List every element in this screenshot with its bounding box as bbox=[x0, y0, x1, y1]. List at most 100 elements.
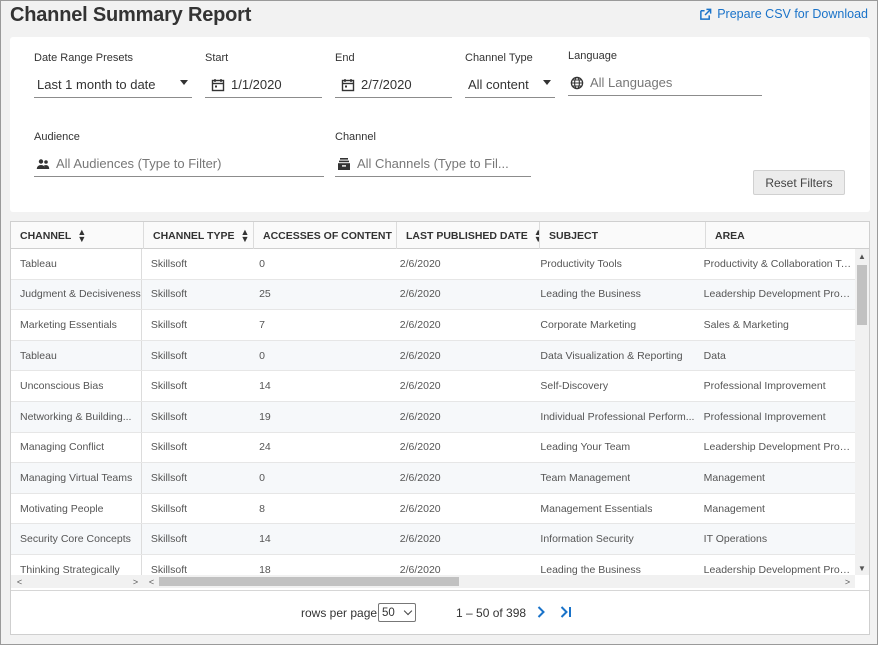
caret-down-icon bbox=[180, 80, 188, 85]
horizontal-scroll-thumb[interactable] bbox=[159, 577, 459, 586]
start-date-value: 1/1/2020 bbox=[231, 77, 282, 92]
table-cell: 14 bbox=[250, 524, 391, 554]
rows-per-page-select[interactable]: 50 bbox=[378, 603, 416, 622]
cell-text: Skillsoft bbox=[150, 471, 188, 484]
table-cell: Skillsoft bbox=[142, 433, 250, 463]
table-cell: Management bbox=[695, 494, 855, 524]
start-date-field[interactable]: 1/1/2020 bbox=[205, 72, 322, 98]
end-label: End bbox=[335, 52, 355, 64]
channel-type-value: All content bbox=[468, 77, 529, 92]
header-channel-type[interactable]: CHANNEL TYPE ▲ ▼ bbox=[144, 222, 254, 249]
table-cell: Leadership Development Progr... bbox=[695, 433, 855, 463]
scroll-right-icon[interactable]: > bbox=[841, 575, 854, 588]
cell-text: 2/6/2020 bbox=[399, 410, 441, 423]
chevron-right-icon bbox=[537, 606, 545, 618]
cell-text: 2/6/2020 bbox=[399, 349, 441, 362]
table-cell: Self-Discovery bbox=[531, 371, 694, 401]
table-cell: Data bbox=[695, 341, 855, 371]
rows-per-page-value: 50 bbox=[382, 606, 395, 619]
table-cell: 2/6/2020 bbox=[391, 402, 532, 432]
prepare-csv-label: Prepare CSV for Download bbox=[717, 7, 868, 21]
header-area[interactable]: AREA bbox=[706, 222, 869, 249]
header-channel[interactable]: CHANNEL ▲ ▼ bbox=[11, 222, 144, 249]
cell-text: Leading the Business bbox=[540, 288, 641, 301]
table-cell: Skillsoft bbox=[142, 280, 250, 310]
vertical-scrollbar[interactable]: ▲ ▼ bbox=[855, 249, 869, 575]
cell-text: Skillsoft bbox=[150, 380, 188, 393]
table-row[interactable]: Marketing Essentials Skillsoft 7 2/6/2020 Co… bbox=[11, 310, 855, 341]
cell-text: Skillsoft bbox=[150, 563, 188, 575]
scroll-down-icon[interactable]: ▼ bbox=[855, 561, 869, 575]
table-cell: 0 bbox=[250, 341, 391, 371]
table-row[interactable]: Thinking Strategically Skillsoft 18 2/6/202… bbox=[11, 554, 855, 575]
end-date-value: 2/7/2020 bbox=[361, 77, 412, 92]
reset-filters-button[interactable]: Reset Filters bbox=[753, 170, 845, 195]
table-row[interactable]: Unconscious Bias Skillsoft 14 2/6/2020 Self-… bbox=[11, 371, 855, 402]
people-icon bbox=[36, 158, 50, 169]
table-cell: Skillsoft bbox=[142, 310, 250, 340]
audience-placeholder: All Audiences (Type to Filter) bbox=[56, 156, 222, 171]
cell-text: 0 bbox=[259, 257, 265, 270]
caret-down-icon bbox=[543, 80, 551, 85]
cell-text: Data bbox=[703, 349, 726, 362]
cell-text: Skillsoft bbox=[150, 257, 188, 270]
header-subject[interactable]: SUBJECT bbox=[540, 222, 706, 249]
table-cell: Management Essentials bbox=[531, 494, 694, 524]
end-date-field[interactable]: 2/7/2020 bbox=[335, 72, 452, 98]
table-cell: Skillsoft bbox=[142, 341, 250, 371]
channel-field[interactable]: All Channels (Type to Fil... bbox=[335, 151, 531, 177]
cell-text: Leadership Development Progr... bbox=[703, 441, 855, 454]
cell-text: 2/6/2020 bbox=[399, 502, 441, 515]
cell-text: 14 bbox=[259, 380, 271, 393]
cell-text: Managing Virtual Teams bbox=[20, 471, 133, 484]
table-cell: Tableau bbox=[11, 249, 142, 279]
cell-text: Professional Improvement bbox=[703, 380, 826, 393]
scroll-left-icon[interactable]: < bbox=[145, 575, 158, 588]
table-row[interactable]: Judgment & Decisiveness Skillsoft 25 2/6/20… bbox=[11, 279, 855, 311]
audience-field[interactable]: All Audiences (Type to Filter) bbox=[34, 151, 324, 177]
cell-text: Management bbox=[703, 471, 765, 484]
cell-text: Leadership Development Progr... bbox=[703, 288, 855, 301]
table-cell: Professional Improvement bbox=[695, 402, 855, 432]
table-row[interactable]: Tableau Skillsoft 0 2/6/2020 Productivity To… bbox=[11, 249, 855, 280]
last-page-button[interactable] bbox=[557, 602, 575, 622]
table-row[interactable]: Networking & Building... Skillsoft 19 2/6/2… bbox=[11, 401, 855, 433]
filter-panel: Date Range Presets Last 1 month to date … bbox=[10, 37, 870, 212]
next-page-button[interactable] bbox=[532, 602, 550, 622]
chevron-down-icon bbox=[403, 606, 413, 616]
vertical-scroll-thumb[interactable] bbox=[857, 265, 867, 325]
table-cell: Managing Conflict bbox=[11, 432, 142, 463]
channel-type-select[interactable]: All content bbox=[465, 72, 555, 98]
frozen-column-scrollbar[interactable]: < > bbox=[11, 575, 144, 588]
table-cell: 25 bbox=[250, 280, 391, 310]
scroll-right-icon[interactable]: > bbox=[129, 575, 142, 588]
cell-text: Productivity & Collaboration To... bbox=[703, 257, 855, 270]
date-range-select[interactable]: Last 1 month to date bbox=[34, 72, 192, 98]
external-link-icon bbox=[700, 8, 712, 20]
table-row[interactable]: Motivating People Skillsoft 8 2/6/2020 Manag… bbox=[11, 493, 855, 525]
sort-icon: ▲▼ bbox=[77, 226, 87, 244]
header-last-published[interactable]: LAST PUBLISHED DATE▲▼ bbox=[397, 222, 540, 249]
table-row[interactable]: Security Core Concepts Skillsoft 14 2/6/202… bbox=[11, 524, 855, 555]
horizontal-scrollbar[interactable]: < > bbox=[144, 575, 855, 588]
table-row[interactable]: Managing Conflict Skillsoft 24 2/6/2020 Lead… bbox=[11, 432, 855, 464]
globe-icon bbox=[570, 76, 584, 89]
table-cell: Marketing Essentials bbox=[11, 310, 142, 340]
scroll-up-icon[interactable]: ▲ bbox=[855, 249, 869, 263]
header-label: LAST PUBLISHED DATE bbox=[406, 229, 528, 242]
table-cell: 7 bbox=[250, 310, 391, 340]
header-accesses[interactable]: ACCESSES OF CONTENT▲▼ bbox=[254, 222, 397, 249]
table-cell: Information Security bbox=[531, 524, 694, 554]
cell-text: 2/6/2020 bbox=[399, 380, 441, 393]
table-row[interactable]: Managing Virtual Teams Skillsoft 0 2/6/2020… bbox=[11, 463, 855, 494]
table-row[interactable]: Tableau Skillsoft 0 2/6/2020 Data Visualizat… bbox=[11, 340, 855, 372]
language-field[interactable]: All Languages bbox=[568, 70, 762, 96]
table-cell: Leadership Development Progr... bbox=[695, 555, 855, 575]
cell-text: 8 bbox=[259, 502, 265, 515]
prepare-csv-link[interactable]: Prepare CSV for Download bbox=[699, 7, 868, 21]
cell-text: 18 bbox=[259, 563, 271, 575]
table-cell: Productivity Tools bbox=[531, 249, 694, 279]
table-cell: Skillsoft bbox=[142, 494, 250, 524]
cell-text: 2/6/2020 bbox=[399, 471, 441, 484]
scroll-left-icon[interactable]: < bbox=[13, 575, 26, 588]
